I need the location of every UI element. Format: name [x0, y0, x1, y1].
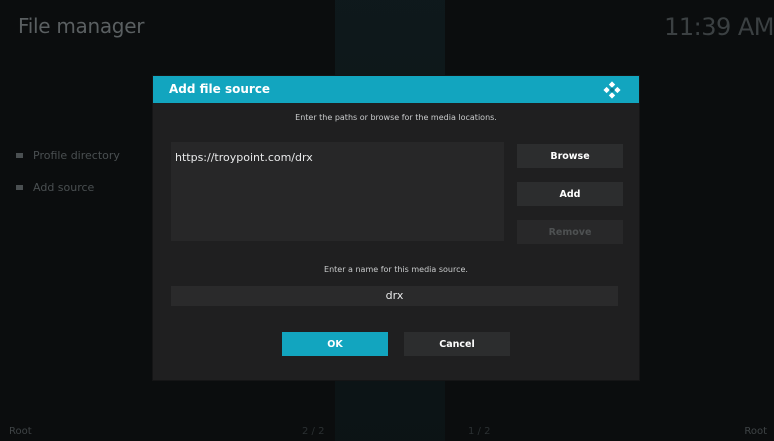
- sidebar-item-label: Add source: [33, 180, 95, 194]
- folder-bullet-icon: [16, 152, 23, 158]
- kodi-logo-icon: [603, 81, 621, 99]
- paths-list[interactable]: https://troypoint.com/drx: [171, 142, 504, 241]
- clock: 11:39 AM: [664, 13, 774, 41]
- cancel-button[interactable]: Cancel: [404, 332, 510, 356]
- path-entry[interactable]: https://troypoint.com/drx: [175, 151, 313, 164]
- sidebar-list: Profile directory Add source: [16, 147, 120, 211]
- browse-button[interactable]: Browse: [517, 144, 623, 168]
- name-instruction: Enter a name for this media source.: [324, 265, 468, 274]
- dialog-header: Add file source: [153, 76, 639, 103]
- sidebar-item-label: Profile directory: [33, 148, 120, 162]
- page-title: File manager: [18, 14, 145, 38]
- footer-root-left: Root: [9, 426, 32, 437]
- footer-root-right: Root: [744, 426, 767, 437]
- folder-bullet-icon: [16, 184, 23, 190]
- add-button[interactable]: Add: [517, 182, 623, 206]
- source-name-field[interactable]: drx: [171, 286, 618, 306]
- sidebar-item-profile-directory[interactable]: Profile directory: [16, 147, 120, 163]
- paths-instruction: Enter the paths or browse for the media …: [295, 113, 497, 122]
- page-indicator-right: 1 / 2: [468, 426, 491, 437]
- page-indicator-left: 2 / 2: [302, 426, 325, 437]
- ok-button[interactable]: OK: [282, 332, 388, 356]
- dialog-title: Add file source: [169, 82, 271, 96]
- remove-button[interactable]: Remove: [517, 220, 623, 244]
- sidebar-item-add-source[interactable]: Add source: [16, 179, 120, 195]
- footer-bar: Root 2 / 2 1 / 2 Root: [0, 420, 774, 441]
- add-file-source-dialog: Add file source Enter the paths or brows…: [153, 76, 639, 380]
